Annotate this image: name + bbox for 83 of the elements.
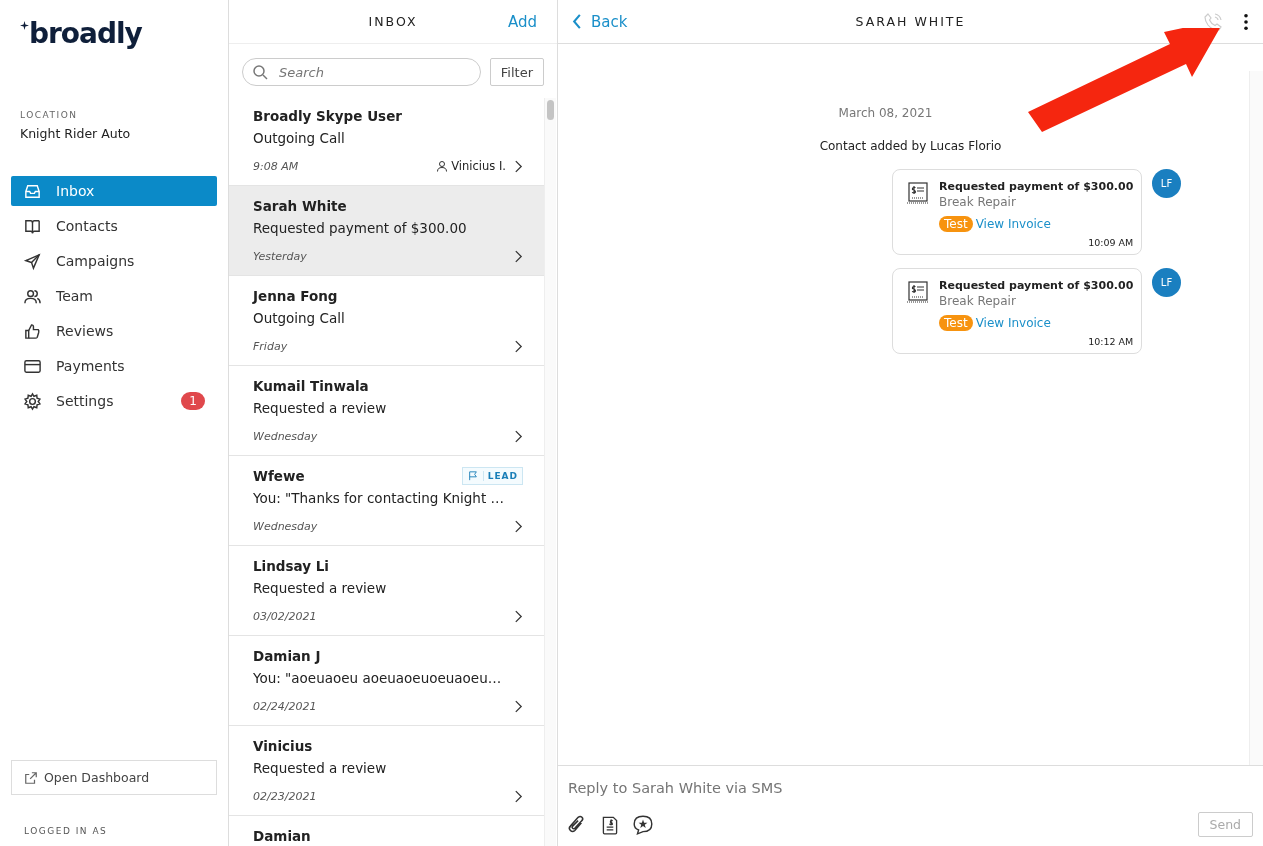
message-preview: Requested payment of $300.00 xyxy=(253,220,468,238)
location-name: Knight Rider Auto xyxy=(20,126,132,141)
payment-title: Requested payment of $300.00 xyxy=(939,279,1134,292)
message-time: Yesterday xyxy=(253,249,307,263)
nav-item[interactable]: Contacts xyxy=(11,211,217,241)
notification-badge: 1 xyxy=(181,392,205,410)
lead-label: LEAD xyxy=(486,471,519,481)
settings-icon xyxy=(23,391,42,411)
thumbs-up-icon xyxy=(23,321,42,341)
paper-plane-icon xyxy=(23,251,42,271)
chevron-right-icon xyxy=(514,248,523,264)
contact-name: Sarah White xyxy=(253,198,347,214)
test-tag: Test xyxy=(939,216,973,232)
message-time: 10:12 AM xyxy=(1087,336,1134,347)
nav-item[interactable]: Settings 1 xyxy=(11,386,217,416)
chevron-right-icon xyxy=(514,338,523,354)
message-time: 02/24/2021 xyxy=(253,699,317,713)
scrollbar-thumb[interactable] xyxy=(547,100,554,120)
chevron-left-icon xyxy=(572,13,582,30)
message-time: 10:09 AM xyxy=(1087,237,1134,248)
message-time: 03/02/2021 xyxy=(253,609,317,623)
contact-name: Lindsay Li xyxy=(253,558,329,574)
payment-title: Requested payment of $300.00 xyxy=(939,180,1134,193)
payment-description: Break Repair xyxy=(939,294,1017,308)
star-chat-icon[interactable] xyxy=(632,813,654,836)
location-label: LOCATION xyxy=(20,110,79,120)
contact-name: Vinicius xyxy=(253,738,313,754)
assignee-name: Vinicius I. xyxy=(451,159,506,173)
message-preview: Outgoing Call xyxy=(253,130,346,148)
chevron-right-icon xyxy=(514,158,523,174)
test-tag: Test xyxy=(939,315,973,331)
message-preview: Requested a review xyxy=(253,760,388,778)
message-time: Friday xyxy=(253,339,288,353)
invoice-icon xyxy=(905,279,931,305)
person-icon xyxy=(436,160,449,172)
payment-description: Break Repair xyxy=(939,195,1017,209)
conversation-item[interactable]: Sarah White Requested payment of $300.00 Yesterday xyxy=(229,186,545,276)
logged-in-label: LOGGED IN AS xyxy=(24,826,109,836)
message-preview: You: "aoeuaoeu aoeuaoeuoeuaoeu… xyxy=(253,670,503,688)
message-time: 9:08 AM xyxy=(253,159,299,173)
avatar: LF xyxy=(1152,169,1181,198)
message-time: Wednesday xyxy=(253,519,318,533)
contact-name: Wfewe xyxy=(253,468,305,484)
date-separator: March 08, 2021 xyxy=(838,106,933,120)
nav-item[interactable]: Team xyxy=(11,281,217,311)
message-time: Wednesday xyxy=(253,429,318,443)
nav-item[interactable]: Campaigns xyxy=(11,246,217,276)
chevron-right-icon xyxy=(514,698,523,714)
search-icon xyxy=(252,64,268,80)
message-preview: Requested a review xyxy=(253,400,388,418)
nav-item[interactable]: Inbox xyxy=(11,176,217,206)
chevron-right-icon xyxy=(514,608,523,624)
contact-name: Broadly Skype User xyxy=(253,108,402,124)
view-invoice-link[interactable]: View Invoice xyxy=(975,316,1051,330)
message-time: 02/23/2021 xyxy=(253,789,317,803)
contact-title: SARAH WHITE xyxy=(855,14,966,29)
event-note: Contact added by Lucas Florio xyxy=(819,139,1002,153)
scrollbar-track[interactable] xyxy=(1249,71,1263,765)
filter-button[interactable]: Filter xyxy=(489,58,544,86)
avatar: LF xyxy=(1152,268,1181,297)
chevron-right-icon xyxy=(514,518,523,534)
back-link[interactable]: Back xyxy=(572,12,628,31)
nav-item[interactable]: Payments xyxy=(11,351,217,381)
add-link[interactable]: Add xyxy=(507,12,537,31)
chevron-right-icon xyxy=(514,788,523,804)
contact-name: Damian J xyxy=(253,648,321,664)
search-field[interactable]: Search xyxy=(242,58,481,86)
message-preview: Outgoing Call xyxy=(253,310,346,328)
phone-icon[interactable] xyxy=(1203,11,1223,32)
external-link-icon xyxy=(24,770,38,785)
contact-name: Kumail Tinwala xyxy=(253,378,369,394)
broadly-logo: broadly xyxy=(20,17,142,50)
invoice-icon xyxy=(905,180,931,206)
more-options-icon[interactable] xyxy=(1243,12,1249,31)
nav-item[interactable]: Reviews xyxy=(11,316,217,346)
message-preview: Requested a review xyxy=(253,580,388,598)
contact-name: Damian xyxy=(253,828,311,844)
chevron-right-icon xyxy=(514,428,523,444)
message-preview: You: "Thanks for contacting Knight … xyxy=(253,490,505,508)
inbox-title: INBOX xyxy=(368,14,418,29)
view-invoice-link[interactable]: View Invoice xyxy=(975,217,1051,231)
contact-name: Jenna Fong xyxy=(253,288,338,304)
open-dashboard-button[interactable]: Open Dashboard xyxy=(11,760,217,795)
